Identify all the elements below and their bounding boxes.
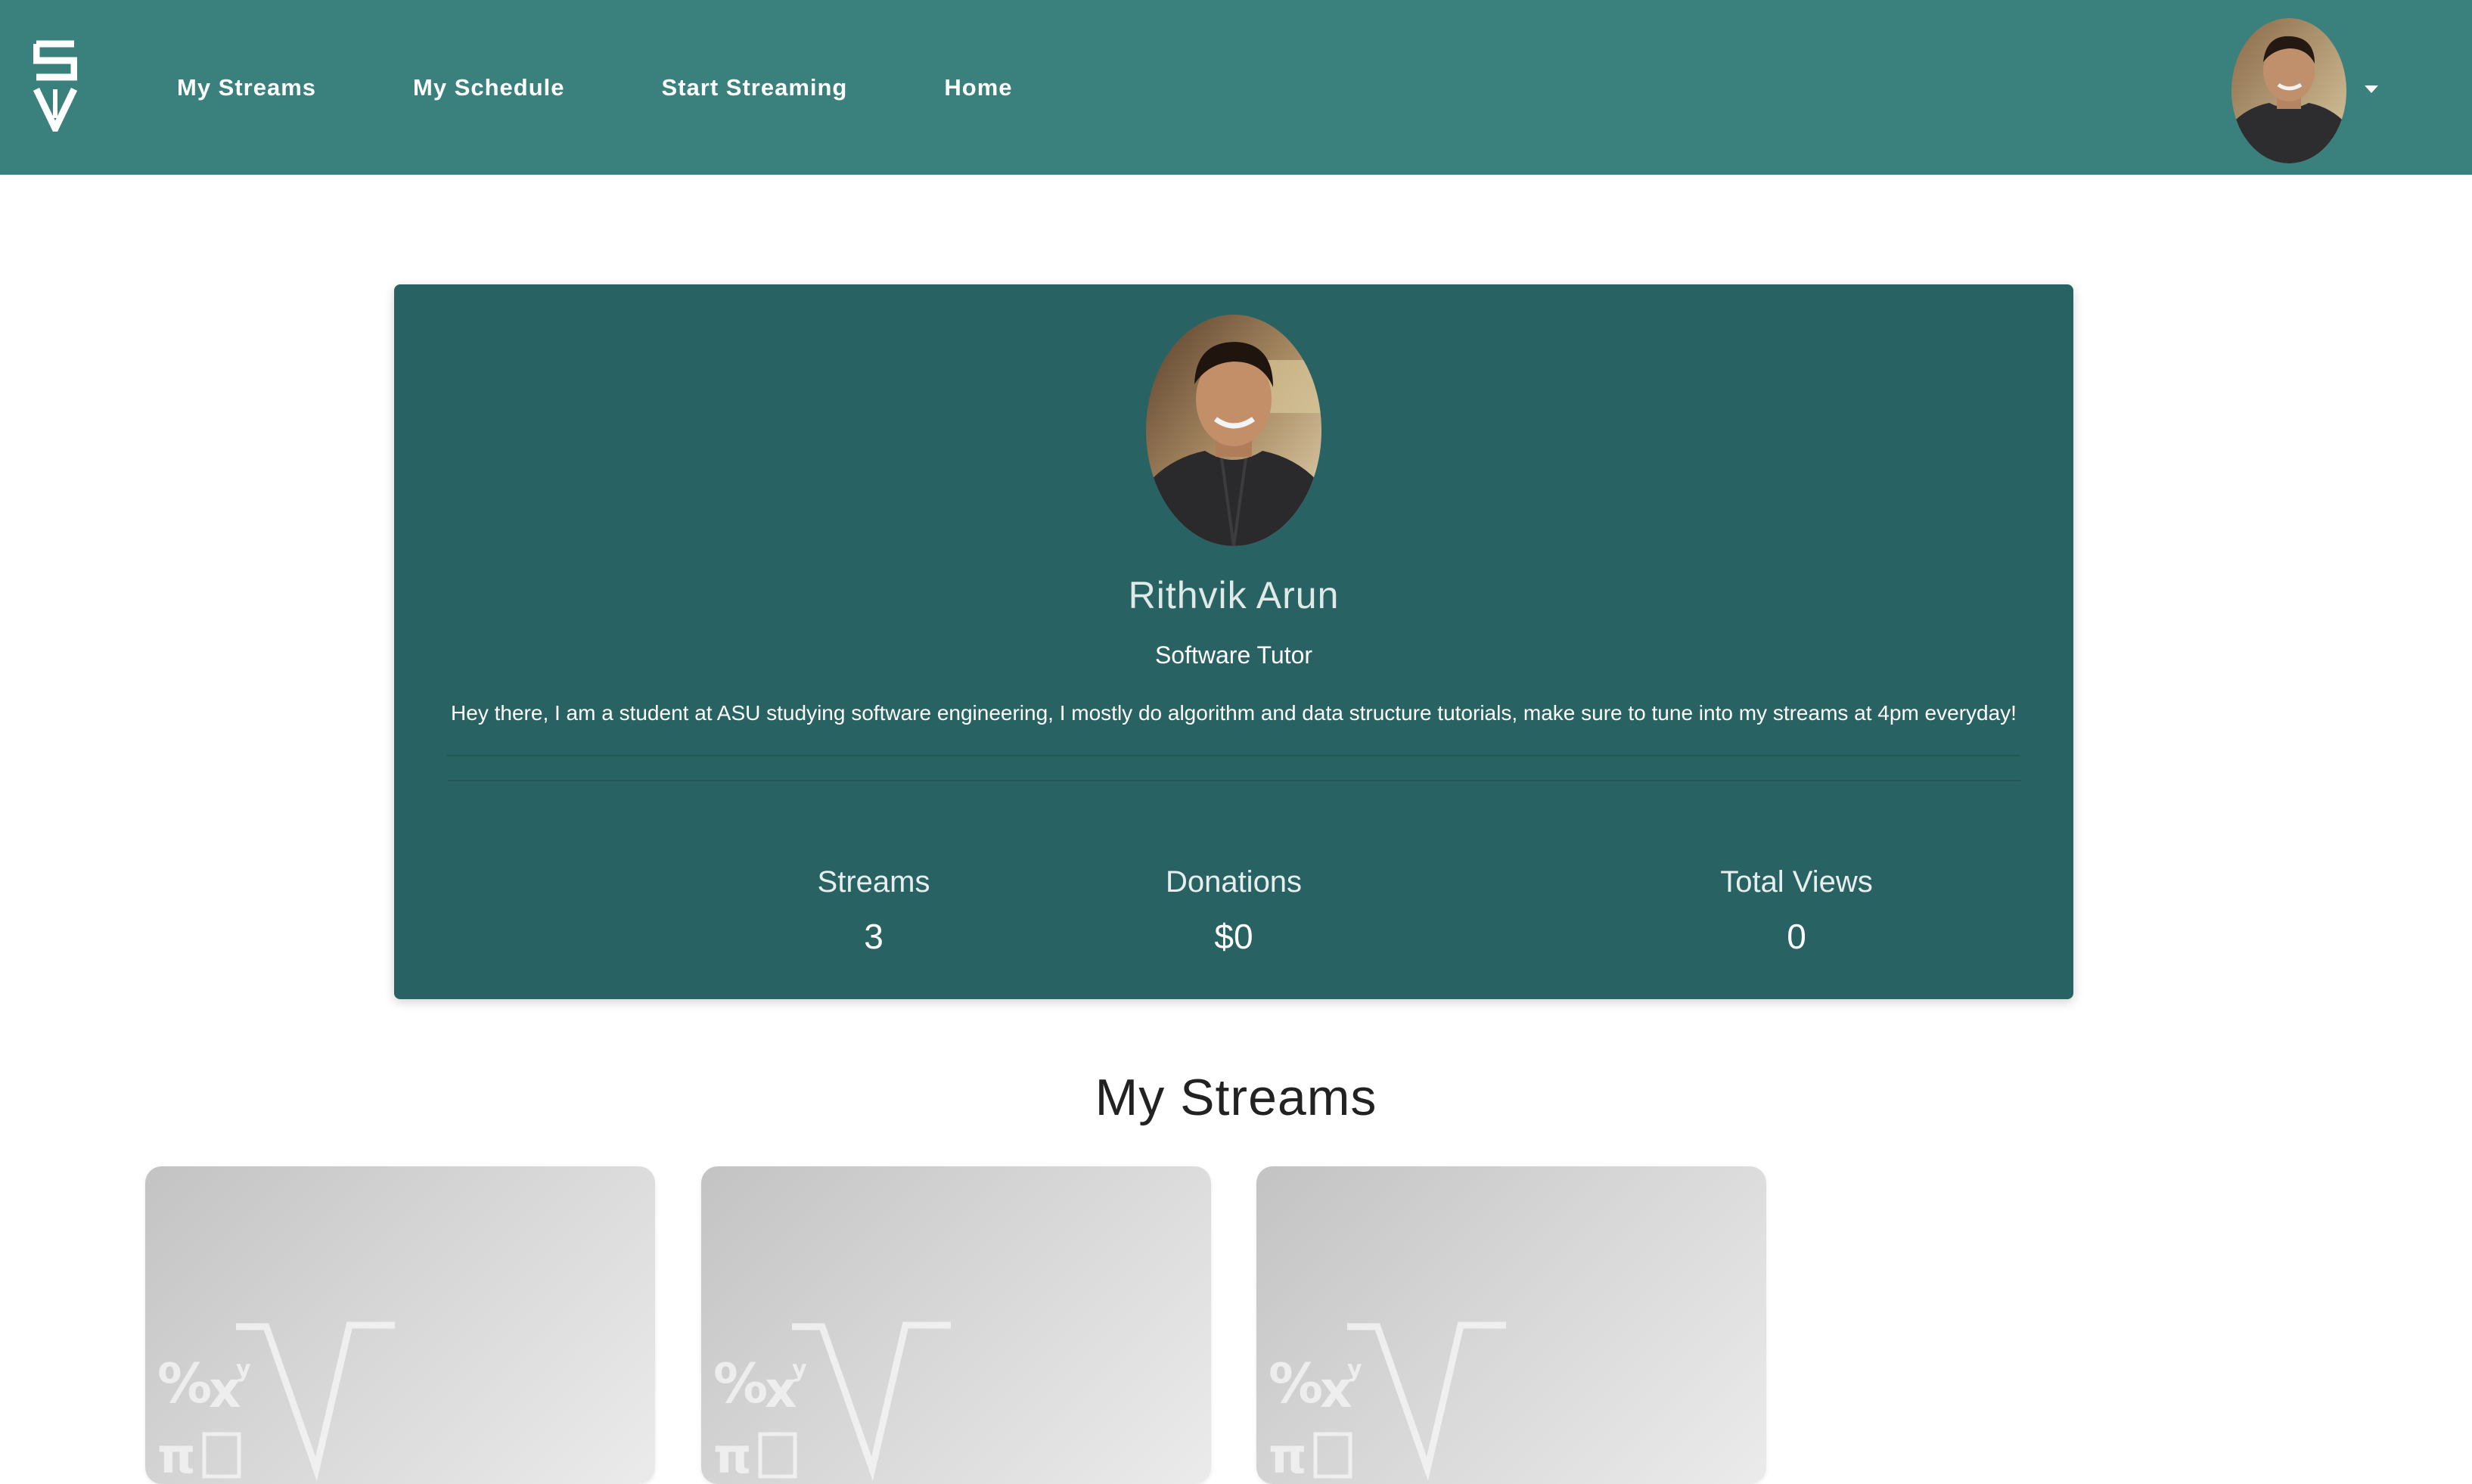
- stream-card[interactable]: % x y π: [1256, 1166, 1766, 1484]
- svg-text:%: %: [713, 1352, 768, 1415]
- profile-title: Software Tutor: [1154, 641, 1313, 669]
- svg-text:π: π: [1269, 1429, 1307, 1484]
- divider: [447, 780, 2020, 781]
- stream-card[interactable]: % x y π: [701, 1166, 1211, 1484]
- profile-name: Rithvik Arun: [1128, 574, 1340, 616]
- stat-total-views: Total Views 0: [1607, 865, 1986, 957]
- stream-card[interactable]: % x y π: [145, 1166, 655, 1484]
- profile-photo: [1146, 315, 1321, 546]
- math-symbols-thumbnail: % x y π: [713, 1321, 951, 1484]
- stat-donations: Donations $0: [1045, 865, 1423, 957]
- svg-text:π: π: [157, 1429, 196, 1484]
- section-title-my-streams: My Streams: [1095, 1069, 1377, 1126]
- svg-text:%: %: [157, 1352, 212, 1415]
- profile-card: Rithvik Arun Software Tutor Hey there, I…: [394, 284, 2073, 999]
- stat-value: $0: [1214, 917, 1253, 956]
- math-symbols-thumbnail: % x y π: [1269, 1321, 1506, 1484]
- svg-text:%: %: [1269, 1352, 1323, 1415]
- profile-bio: Hey there, I am a student at ASU studyin…: [451, 701, 2017, 725]
- stat-value: 3: [864, 917, 884, 956]
- stat-value: 0: [1787, 917, 1806, 956]
- stat-label: Donations: [1165, 865, 1303, 899]
- user-avatar[interactable]: [2231, 18, 2346, 163]
- math-symbols-thumbnail: % x y π: [157, 1321, 395, 1484]
- stat-streams: Streams 3: [685, 865, 1063, 957]
- divider: [447, 755, 2020, 756]
- nav-link-my-streams[interactable]: My Streams: [177, 74, 316, 101]
- pencil-sv-logo-icon[interactable]: [33, 39, 77, 132]
- profile-avatar: [1146, 315, 1321, 546]
- svg-text:π: π: [713, 1429, 752, 1484]
- caret-down-icon[interactable]: [2363, 83, 2380, 95]
- nav-link-start-streaming[interactable]: Start Streaming: [662, 74, 848, 101]
- top-navbar: My Streams My Schedule Start Streaming H…: [0, 0, 2472, 175]
- nav-links: My Streams My Schedule Start Streaming H…: [177, 0, 1110, 175]
- stat-label: Total Views: [1720, 865, 1873, 899]
- avatar-photo: [2231, 18, 2346, 163]
- svg-text:y: y: [236, 1356, 251, 1383]
- nav-link-my-schedule[interactable]: My Schedule: [413, 74, 565, 101]
- nav-link-home[interactable]: Home: [944, 74, 1012, 101]
- stat-label: Streams: [817, 865, 930, 899]
- svg-text:y: y: [792, 1356, 807, 1383]
- svg-text:y: y: [1347, 1356, 1362, 1383]
